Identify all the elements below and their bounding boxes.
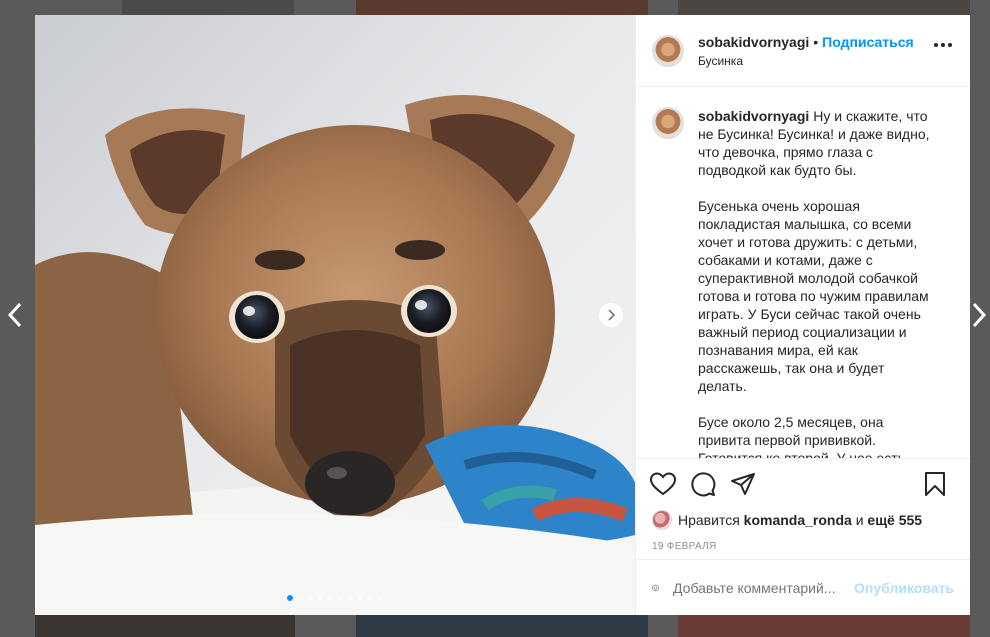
heart-icon [650, 472, 676, 496]
bookmark-icon [925, 472, 945, 496]
post-modal: sobakidvornyagi • Подписаться Бусинка so… [35, 15, 970, 615]
caption-area[interactable]: sobakidvornyagi Ну и скажите, что не Буси… [636, 87, 970, 459]
comment-input[interactable] [673, 579, 855, 596]
avatar[interactable] [652, 107, 684, 139]
carousel-dot [287, 595, 293, 601]
chevron-left-icon [7, 302, 22, 328]
post-photo [35, 15, 635, 615]
caption-paragraph-2: Бусенька очень хорошая покладистая малыш… [698, 198, 929, 394]
liker-username[interactable]: komanda_ronda [744, 512, 852, 528]
separator-bullet: • [813, 33, 819, 50]
carousel-dot [357, 595, 363, 601]
location-link[interactable]: Бусинка [698, 54, 914, 68]
chevron-right-icon [972, 302, 987, 328]
carousel-dot [367, 595, 373, 601]
liker-avatar [652, 510, 672, 530]
carousel-dot [327, 595, 333, 601]
background-post-thumb [35, 615, 295, 637]
share-button[interactable] [728, 469, 758, 499]
caption-text: sobakidvornyagi Ну и скажите, что не Буси… [698, 107, 934, 458]
more-icon[interactable] [934, 43, 952, 47]
background-post-thumb [678, 0, 970, 15]
background-post-thumb [356, 615, 648, 637]
chevron-right-icon [608, 309, 616, 321]
carousel-dot [377, 595, 383, 601]
save-button[interactable] [920, 469, 950, 499]
background-post-thumb [356, 0, 648, 15]
caption-username[interactable]: sobakidvornyagi [698, 108, 809, 124]
action-bar [636, 459, 970, 509]
background-post-thumb [122, 0, 294, 15]
publish-button[interactable]: Опубликовать [854, 580, 954, 596]
avatar[interactable] [652, 34, 684, 67]
header-text: sobakidvornyagi • Подписаться Бусинка [698, 34, 914, 68]
comment-bar: Опубликовать [636, 559, 970, 615]
caption-paragraph-3: Бусе около 2,5 месяцев, она привита перв… [698, 414, 905, 459]
post-header: sobakidvornyagi • Подписаться Бусинка [636, 15, 970, 87]
username-link[interactable]: sobakidvornyagi [698, 34, 809, 50]
comment-button[interactable] [688, 469, 718, 499]
carousel-dot [297, 595, 303, 601]
carousel-dot [307, 595, 313, 601]
carousel-next-button[interactable] [599, 303, 623, 327]
next-post-button[interactable] [968, 300, 990, 330]
likes-summary[interactable]: Нравится komanda_ronda и ещё 555 [636, 509, 970, 531]
puppy-photo [35, 15, 635, 615]
like-button[interactable] [648, 469, 678, 499]
carousel-dot [337, 595, 343, 601]
likes-count[interactable]: ещё 555 [867, 512, 922, 528]
post-sidebar: sobakidvornyagi • Подписаться Бусинка so… [635, 15, 970, 615]
emoji-icon[interactable] [652, 575, 659, 601]
follow-button[interactable]: Подписаться [822, 34, 914, 50]
paper-plane-icon [731, 473, 755, 495]
previous-post-button[interactable] [4, 300, 26, 330]
post-date[interactable]: 19 ФЕВРАЛЯ [636, 541, 970, 557]
carousel-indicator [35, 595, 635, 601]
background-post-thumb [678, 615, 970, 637]
likes-and: и [855, 512, 864, 528]
carousel-dot [347, 595, 353, 601]
comment-icon [691, 472, 716, 497]
carousel-dot [317, 595, 323, 601]
likes-prefix: Нравится [678, 512, 740, 528]
